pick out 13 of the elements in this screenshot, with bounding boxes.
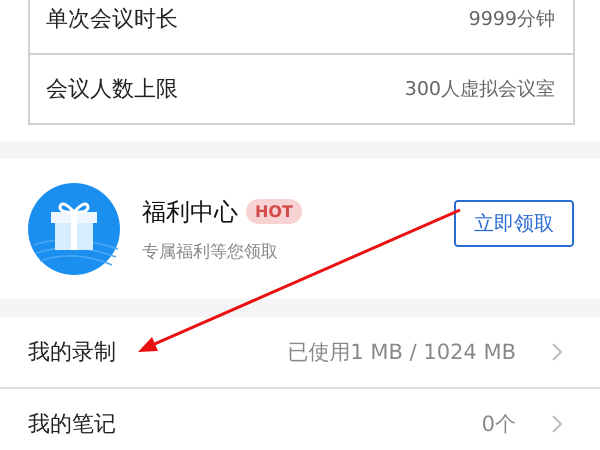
- chevron-icon: [550, 413, 564, 435]
- hot-badge: HOT: [246, 199, 302, 224]
- chevron-icon: [550, 341, 564, 363]
- row-value: 300人虚拟会议室: [404, 77, 555, 102]
- gift-icon: [28, 183, 120, 275]
- card-subtitle: 专属福利等您领取: [142, 240, 279, 262]
- card-title: 福利中心: [142, 196, 238, 228]
- menu-item[interactable]: 我的录制 已使用1 MB / 1024 MB: [0, 317, 600, 387]
- row-label: 单次会议时长: [46, 6, 178, 34]
- claim-button[interactable]: 立即领取: [454, 200, 574, 246]
- row-value: 9999分钟: [468, 7, 555, 32]
- row-label: 会议人数上限: [46, 76, 178, 104]
- menu-item[interactable]: 我的笔记 0个: [0, 387, 600, 450]
